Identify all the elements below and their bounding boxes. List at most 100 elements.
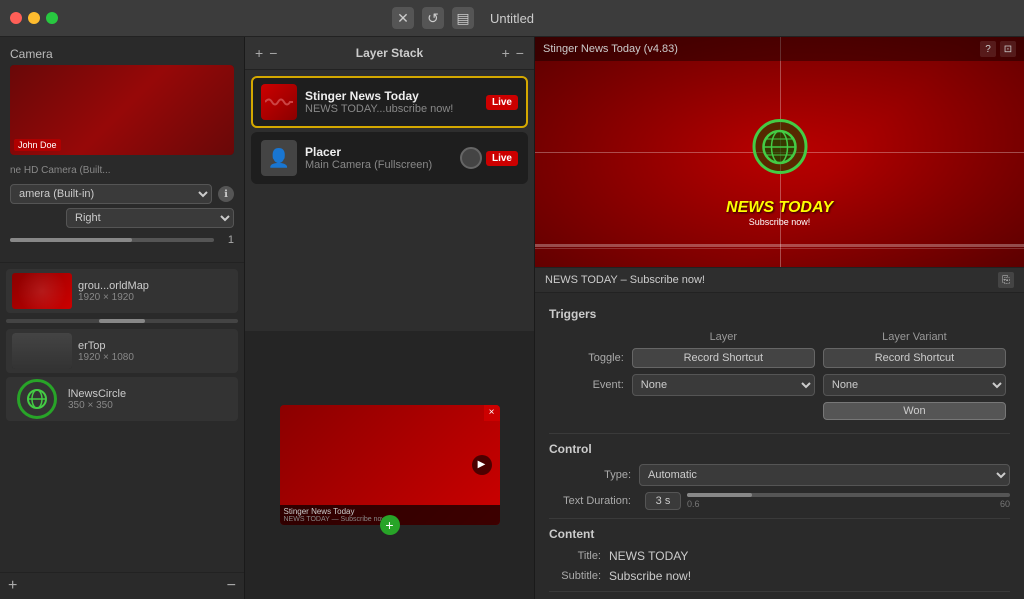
layer-placer-controls: Live	[460, 147, 518, 169]
slider-track	[10, 238, 214, 242]
preview-expand-button[interactable]: ⊡	[1000, 41, 1016, 57]
stinger-waveform	[265, 95, 293, 109]
event-select-2[interactable]: None	[823, 374, 1006, 396]
event-label: Event:	[549, 371, 628, 399]
duration-slider-container: 0.6 60	[687, 493, 1010, 509]
header-left-btns: + −	[255, 45, 277, 61]
subtitle-label: Subtitle:	[549, 570, 609, 582]
list-item[interactable]: erTop 1920 × 1080	[6, 329, 238, 373]
preview-globe	[752, 119, 807, 174]
film-icon[interactable]: ▤	[452, 7, 474, 29]
camera-select[interactable]: amera (Built-in)	[10, 184, 212, 204]
close-button[interactable]	[10, 12, 22, 24]
add-layer-button[interactable]: +	[255, 45, 263, 61]
close-icon[interactable]: ✕	[392, 7, 414, 29]
slider-thumb	[99, 319, 145, 323]
layer-item-placer[interactable]: 👤 Placer Main Camera (Fullscreen) Live	[251, 132, 528, 184]
preview-title: Stinger News Today (v4.83)	[543, 43, 678, 55]
camera-subtitle-row: ne HD Camera (Built...	[10, 165, 234, 180]
event-select-1[interactable]: None	[632, 374, 815, 396]
window-title: Untitled	[490, 11, 534, 26]
layer-item-stinger[interactable]: Stinger News Today NEWS TODAY...ubscribe…	[251, 76, 528, 128]
layer-avatar-stinger	[261, 84, 297, 120]
globe-svg-large	[760, 127, 800, 167]
won-empty	[549, 399, 628, 423]
placer-live-badge[interactable]: Live	[486, 151, 518, 166]
duration-max-label: 60	[1000, 499, 1010, 509]
refresh-icon[interactable]: ↺	[422, 7, 444, 29]
main-area: Camera John Doe ne HD Camera (Built... a…	[0, 37, 1024, 599]
preview-news-sub: Subscribe now!	[726, 217, 833, 227]
camera-subtitle: ne HD Camera (Built...	[10, 165, 111, 176]
preview-header: Stinger News Today (v4.83) ? ⊡	[535, 37, 1024, 61]
mini-preview-container: Stinger News Today NEWS TODAY — Subscrib…	[280, 405, 500, 525]
mini-close-button[interactable]: ×	[484, 405, 500, 421]
toggle-shortcut-button-1[interactable]: Record Shortcut	[632, 348, 815, 368]
duration-slider[interactable]	[687, 493, 1010, 497]
mini-add-button[interactable]: +	[380, 515, 400, 535]
camera-info-button[interactable]: ℹ	[218, 186, 234, 202]
thumb-name: grou...orldMap	[78, 280, 232, 292]
thumb-info: grou...orldMap 1920 × 1920	[78, 280, 232, 303]
type-row: Type: Automatic	[549, 464, 1010, 486]
preview-bg: NEWS TODAY Subscribe now!	[535, 37, 1024, 267]
content-section-title: Content	[549, 527, 1010, 541]
add-layer-right-button[interactable]: +	[502, 45, 510, 61]
layer-knob[interactable]	[460, 147, 482, 169]
divider-2	[549, 518, 1010, 519]
preview-news-today: NEWS TODAY Subscribe now!	[726, 199, 833, 227]
align-row: Right	[10, 208, 234, 228]
event-select2-cell: None	[819, 371, 1010, 399]
toolbar-icons: ✕ ↺ ▤	[392, 7, 474, 29]
list-item[interactable]: grou...orldMap 1920 × 1920	[6, 269, 238, 313]
minimize-button[interactable]	[28, 12, 40, 24]
layer-stinger-controls: Live	[486, 95, 518, 110]
horizontal-slider[interactable]	[6, 319, 238, 323]
mini-play-button[interactable]: ▶	[472, 455, 492, 475]
add-item-button[interactable]: +	[8, 577, 17, 595]
header-right-btns: + −	[502, 45, 524, 61]
type-label: Type:	[549, 469, 639, 481]
layer-stack-header: + − Layer Stack + −	[245, 37, 534, 70]
triggers-table: Layer Layer Variant Toggle: Record Short…	[549, 329, 1010, 423]
placer-avatar-bg: 👤	[261, 140, 297, 176]
thumbnail-list: grou...orldMap 1920 × 1920 erTop 1920 × …	[0, 263, 244, 572]
divider-1	[549, 433, 1010, 434]
mini-preview: Stinger News Today NEWS TODAY — Subscrib…	[280, 405, 500, 525]
title-value: NEWS TODAY	[609, 549, 1010, 563]
layer-items-list: Stinger News Today NEWS TODAY...ubscribe…	[245, 70, 534, 331]
toggle-label: Toggle:	[549, 345, 628, 371]
thumb-size: 1920 × 1080	[78, 352, 232, 363]
layer-stinger-sub: NEWS TODAY...ubscribe now!	[305, 103, 478, 115]
toggle-shortcut-button-2[interactable]: Record Shortcut	[823, 348, 1006, 368]
info-bar-text: NEWS TODAY – Subscribe now!	[545, 274, 705, 286]
thumb-name: lNewsCircle	[68, 388, 232, 400]
align-select[interactable]: Right	[66, 208, 234, 228]
triggers-section-title: Triggers	[549, 307, 1010, 321]
remove-layer-right-button[interactable]: −	[516, 45, 524, 61]
title-row: Title: NEWS TODAY	[549, 549, 1010, 563]
list-item[interactable]: lNewsCircle 350 × 350	[6, 377, 238, 421]
info-bar-copy-button[interactable]: ⎘	[998, 272, 1014, 288]
live-badge[interactable]: Live	[486, 95, 518, 110]
right-panel: NEWS TODAY Subscribe now! Stinger News T…	[535, 37, 1024, 599]
trigger-won-row: Won	[549, 399, 1010, 423]
trigger-toggle-row: Toggle: Record Shortcut Record Shortcut	[549, 345, 1010, 371]
type-select[interactable]: Automatic	[639, 464, 1010, 486]
maximize-button[interactable]	[46, 12, 58, 24]
person-icon: 👤	[268, 148, 290, 169]
stinger-avatar-bg	[261, 84, 297, 120]
preview-info-button[interactable]: ?	[980, 41, 996, 57]
slider-fill	[10, 238, 132, 242]
remove-item-button[interactable]: −	[227, 577, 236, 595]
slider-handle-row	[6, 317, 238, 325]
thumb-name: erTop	[78, 340, 232, 352]
control-section-title: Control	[549, 442, 1010, 456]
map-overlay	[12, 273, 72, 309]
text-duration-value: 3 s	[645, 492, 681, 510]
event-select1-cell: None	[628, 371, 819, 399]
layer-placer-info: Placer Main Camera (Fullscreen)	[305, 145, 452, 171]
trigger-empty-header	[549, 329, 628, 345]
duration-slider-fill	[687, 493, 752, 497]
remove-layer-button[interactable]: −	[269, 45, 277, 61]
